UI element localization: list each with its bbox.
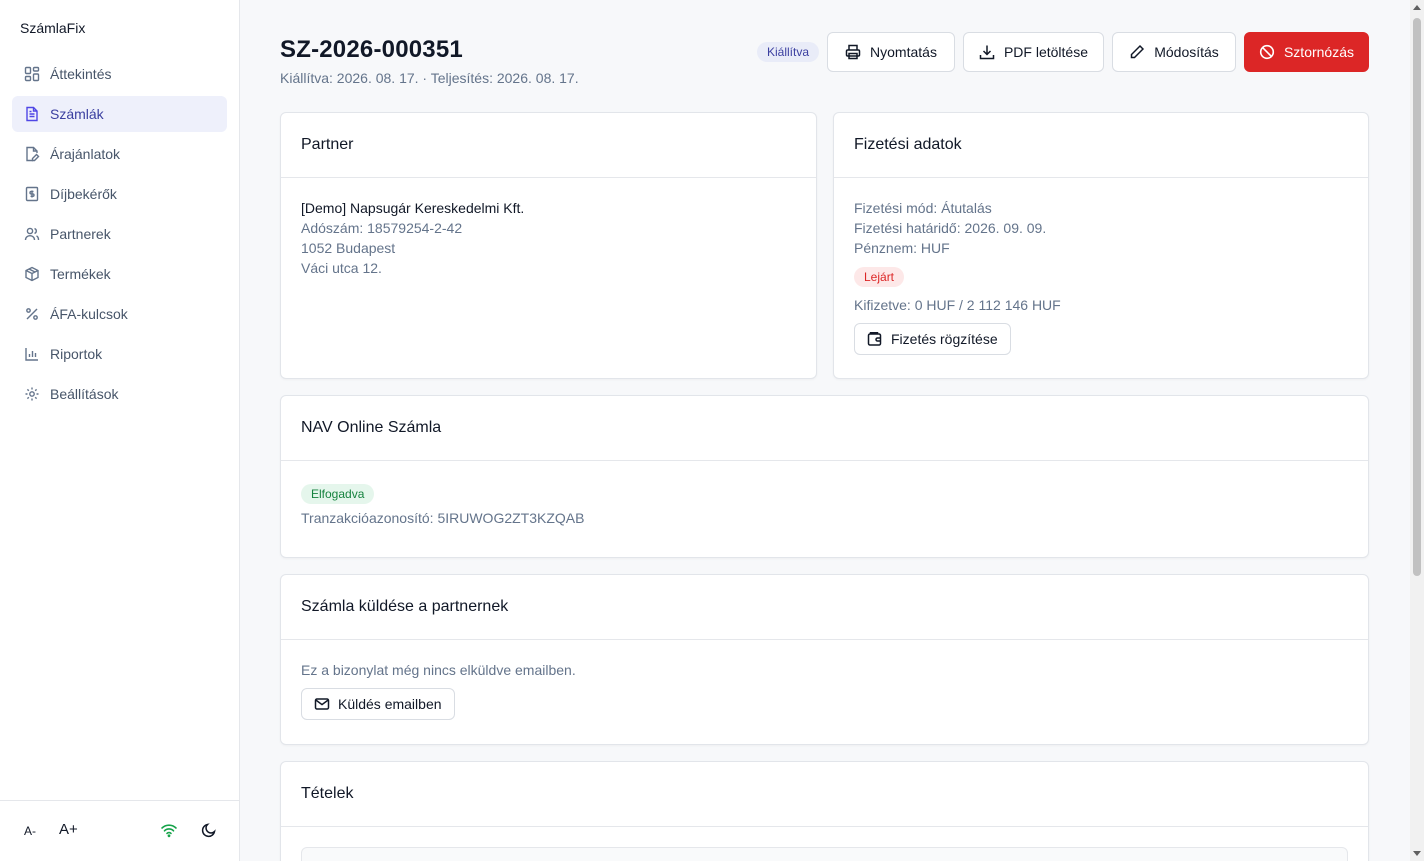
storno-button[interactable]: Sztornózás [1244,32,1369,72]
ban-icon [1259,44,1275,60]
sidebar-item-label: Beállítások [50,386,119,402]
receipt-icon [24,186,40,202]
send-email-card: Számla küldése a partnernek Ez a bizonyl… [280,574,1369,745]
sidebar-item-label: Riportok [50,346,103,362]
nav-status-badge: Elfogadva [301,484,375,504]
pencil-icon [1130,44,1145,59]
sidebar-item-attekintes[interactable]: Áttekintés [12,56,227,92]
payment-currency: Pénznem: HUF [854,240,950,256]
partner-street: Váci utca 12. [301,260,382,276]
page-scrollbar[interactable] [1410,0,1424,861]
payment-due-date: Fizetési határidő: 2026. 09. 09. [854,220,1047,236]
record-payment-label: Fizetés rögzítése [891,331,998,347]
sidebar-item-label: Termékek [50,266,111,282]
sidebar-item-arajanlatok[interactable]: Árajánlatok [12,136,227,172]
box-icon [24,266,40,282]
print-button-label: Nyomtatás [870,44,937,60]
font-size-decrease-button[interactable]: A- [24,824,36,838]
users-icon [24,226,40,242]
partner-city: 1052 Budapest [301,240,396,256]
sidebar-item-partnerek[interactable]: Partnerek [12,216,227,252]
payment-card-title: Fizetési adatok [834,113,1368,178]
sidebar-item-termekek[interactable]: Termékek [12,256,227,292]
partner-name: [Demo] Napsugár Kereskedelmi Kft. [301,200,525,216]
payment-method: Fizetési mód: Átutalás [854,200,992,216]
scroll-up-arrow-icon[interactable] [1413,5,1421,10]
file-edit-icon [24,146,40,162]
bar-chart-icon [24,346,40,362]
payment-card-body: Fizetési mód: Átutalás Fizetési határidő… [834,178,1368,375]
scroll-down-arrow-icon[interactable] [1413,851,1421,856]
record-payment-button[interactable]: Fizetés rögzítése [854,323,1011,355]
partner-card: Partner [Demo] Napsugár Kereskedelmi Kft… [280,112,817,379]
print-button[interactable]: Nyomtatás [827,32,955,72]
percent-icon [24,306,40,322]
items-table [301,847,1348,861]
send-email-card-title: Számla küldése a partnernek [281,575,1368,640]
app-brand: SzámlaFix [20,20,86,36]
gear-icon [24,386,40,402]
sidebar-item-label: Árajánlatok [50,146,121,162]
edit-button[interactable]: Módosítás [1112,32,1236,72]
download-icon [979,45,995,60]
nav-online-card-title: NAV Online Számla [281,396,1368,461]
send-email-info: Ez a bizonylat még nincs elküldve emailb… [301,662,576,678]
sidebar-footer: A- A+ [0,800,239,861]
partner-card-body: [Demo] Napsugár Kereskedelmi Kft. Adószá… [281,178,816,298]
send-email-button[interactable]: Küldés emailben [301,688,455,720]
dashboard-icon [24,66,40,82]
moon-icon[interactable] [201,822,217,838]
status-badge: Kiállítva [757,42,820,62]
sidebar-item-beallitasok[interactable]: Beállítások [12,376,227,412]
file-text-icon [24,106,40,122]
wifi-icon [160,822,178,838]
nav-online-card-body: Elfogadva Tranzakcióazonosító: 5IRUWOG2Z… [281,461,1368,548]
send-email-label: Küldés emailben [338,696,442,712]
sidebar-item-szamlak[interactable]: Számlák [12,96,227,132]
mail-icon [314,698,330,710]
send-email-card-body: Ez a bizonylat még nincs elküldve emailb… [281,640,1368,740]
pdf-download-button[interactable]: PDF letöltése [963,32,1104,72]
nav-online-card: NAV Online Számla Elfogadva Tranzakcióaz… [280,395,1369,558]
overdue-badge: Lejárt [854,267,905,287]
invoice-dates: Kiállítva: 2026. 08. 17. · Teljesítés: 2… [280,70,579,86]
items-card-title: Tételek [281,762,1368,827]
edit-button-label: Módosítás [1154,44,1219,60]
wallet-icon [867,332,882,346]
sidebar-item-label: Díjbekérők [50,186,117,202]
invoice-detail: SZ-2026-000351 Kiállítva: 2026. 08. 17. … [240,0,1410,861]
sidebar-item-label: Partnerek [50,226,111,242]
partner-card-title: Partner [281,113,816,178]
payment-paid-amount: Kifizetve: 0 HUF / 2 112 146 HUF [854,297,1061,313]
sidebar-item-dijbekerok[interactable]: Díjbekérők [12,176,227,212]
partner-tax-number: Adószám: 18579254-2-42 [301,220,463,236]
sidebar-item-riportok[interactable]: Riportok [12,336,227,372]
printer-icon [845,44,861,60]
sidebar: SzámlaFix Áttekintés Számlák Árajánlatok… [0,0,240,861]
scrollbar-thumb[interactable] [1413,18,1421,576]
page-title: SZ-2026-000351 [280,36,463,63]
sidebar-item-label: Számlák [50,106,104,122]
sidebar-item-afa-kulcsok[interactable]: ÁFA-kulcsok [12,296,227,332]
nav-transaction-id: Tranzakcióazonosító: 5IRUWOG2ZT3KZQAB [301,510,585,526]
sidebar-item-label: ÁFA-kulcsok [50,306,128,322]
pdf-download-label: PDF letöltése [1003,44,1089,60]
sidebar-nav: Áttekintés Számlák Árajánlatok Díjbekérő… [12,56,227,416]
payment-card: Fizetési adatok Fizetési mód: Átutalás F… [833,112,1369,379]
font-size-increase-button[interactable]: A+ [59,821,78,838]
sidebar-item-label: Áttekintés [50,66,112,82]
items-card: Tételek [280,761,1369,861]
storno-button-label: Sztornózás [1283,44,1355,60]
